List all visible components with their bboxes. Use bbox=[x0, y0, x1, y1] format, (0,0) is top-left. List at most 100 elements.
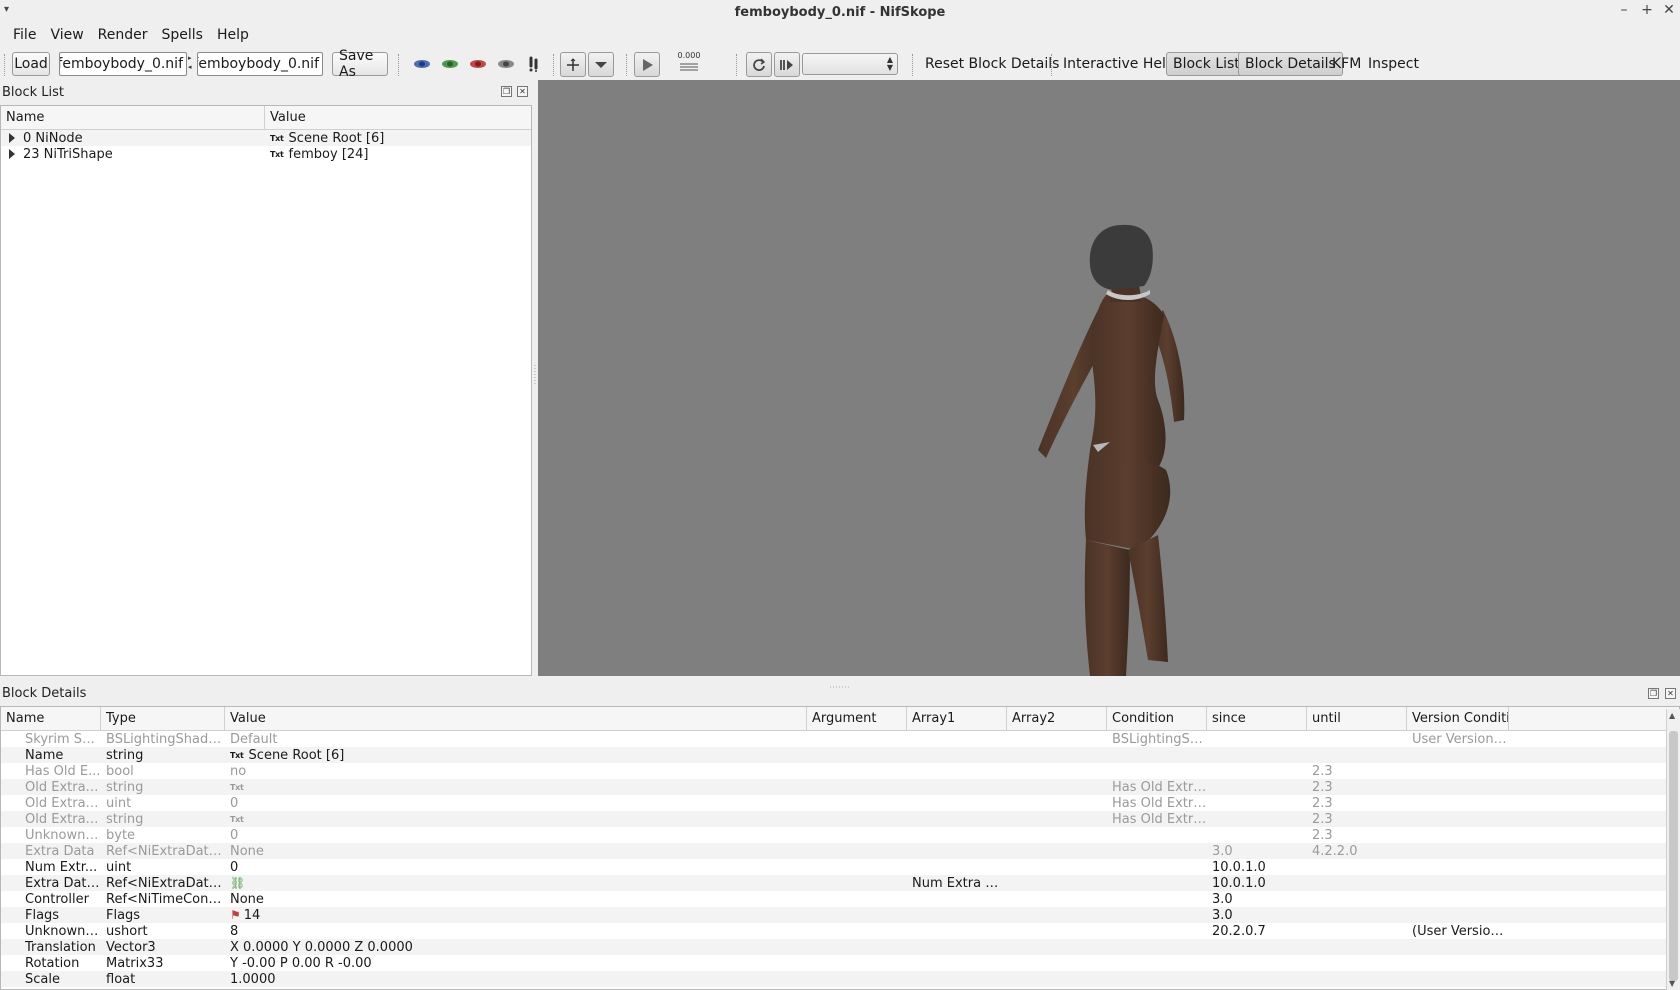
details-row[interactable]: Unknown ... ushort 8 20.2.0.7 (User Version.… bbox=[1, 923, 1679, 939]
float-panel-icon[interactable]: ❐ bbox=[501, 86, 512, 97]
details-row[interactable]: Rotation Matrix33 Y -0.00 P 0.00 R -0.00 bbox=[1, 955, 1679, 971]
details-row[interactable]: Flags Flags ⚑ 14 3.0 bbox=[1, 907, 1679, 923]
row-value[interactable]: Default bbox=[225, 732, 807, 747]
details-row[interactable]: Controller Ref<NiTimeContr... None 3.0 bbox=[1, 891, 1679, 907]
details-row[interactable]: Extra Data... Ref<NiExtraData> ⛓ Num Extra … bbox=[1, 875, 1679, 891]
column-condition[interactable]: Condition bbox=[1107, 707, 1207, 730]
details-row[interactable]: Old Extra ... string Txt Has Old Extra... 2.… bbox=[1, 811, 1679, 827]
walk-icon[interactable] bbox=[523, 54, 545, 74]
switch-sequence-icon[interactable] bbox=[774, 52, 800, 77]
row-value[interactable]: ⚑ 14 bbox=[225, 908, 807, 923]
menu-render[interactable]: Render bbox=[91, 27, 155, 43]
row-value[interactable]: None bbox=[225, 844, 807, 859]
column-type[interactable]: Type bbox=[101, 707, 225, 730]
row-value[interactable]: no bbox=[225, 764, 807, 779]
row-value[interactable]: None bbox=[225, 892, 807, 907]
row-until: 2.3 bbox=[1312, 827, 1333, 843]
maximize-icon[interactable]: + bbox=[1637, 2, 1657, 18]
block-list-toggle[interactable]: Block List bbox=[1166, 52, 1247, 76]
play-button[interactable] bbox=[634, 52, 660, 77]
details-row[interactable]: Unknown ... byte 0 2.3 bbox=[1, 827, 1679, 843]
animation-select[interactable]: ▲ ▼ bbox=[802, 53, 898, 75]
view-top-icon[interactable] bbox=[467, 54, 489, 74]
details-float-icon[interactable]: ❐ bbox=[1648, 688, 1659, 699]
menu-view[interactable]: View bbox=[43, 27, 90, 43]
row-name: Old Extra ... bbox=[25, 811, 101, 827]
view-front-icon[interactable] bbox=[411, 54, 433, 74]
column-name[interactable]: Name bbox=[1, 106, 265, 129]
details-row[interactable]: Extra Data Ref<NiExtraData> None 3.0 4.2.2.0 bbox=[1, 843, 1679, 859]
row-value[interactable]: Y -0.00 P 0.00 R -0.00 bbox=[225, 956, 807, 971]
row-value[interactable]: 0 bbox=[225, 860, 807, 875]
time-slider[interactable] bbox=[680, 61, 698, 71]
block-list-row[interactable]: 0 NiNode Txt Scene Root [6] bbox=[1, 130, 531, 146]
column-until[interactable]: until bbox=[1307, 707, 1407, 730]
load-path-input[interactable]: le/femboybody_0.nif bbox=[59, 52, 187, 76]
row-value[interactable]: Txt bbox=[225, 783, 807, 792]
details-close-icon[interactable]: ✕ bbox=[1665, 688, 1676, 699]
menu-spells[interactable]: Spells bbox=[155, 27, 210, 43]
expand-arrow-icon[interactable] bbox=[9, 133, 15, 143]
row-value[interactable]: 0 bbox=[225, 796, 807, 811]
row-value[interactable]: 8 bbox=[225, 924, 807, 939]
splitter-handle[interactable] bbox=[533, 365, 537, 385]
save-as-button[interactable]: Save As bbox=[332, 48, 388, 80]
details-row[interactable]: Name string Txt Scene Root [6] bbox=[1, 747, 1679, 763]
details-row[interactable]: Has Old E... bool no 2.3 bbox=[1, 763, 1679, 779]
column-value[interactable]: Value bbox=[265, 106, 306, 129]
row-value[interactable]: 1.0000 bbox=[225, 972, 807, 987]
block-details-table[interactable]: Name Type Value Argument Array1 Array2 C… bbox=[0, 706, 1680, 990]
column-array1[interactable]: Array1 bbox=[907, 707, 1007, 730]
swap-paths-icon[interactable]: ▸ ◂ bbox=[188, 54, 192, 72]
view-dropdown-icon[interactable] bbox=[588, 52, 614, 77]
column-array2[interactable]: Array2 bbox=[1007, 707, 1107, 730]
block-list-header: Name Value bbox=[1, 106, 531, 130]
scrollbar-thumb[interactable] bbox=[1669, 731, 1678, 981]
inspect-toggle[interactable]: Inspect bbox=[1362, 52, 1425, 76]
row-name: Skyrim Sh... bbox=[25, 731, 101, 747]
expand-arrow-icon[interactable] bbox=[9, 149, 15, 159]
details-row[interactable]: Scale float 1.0000 bbox=[1, 971, 1679, 987]
column-value[interactable]: Value bbox=[225, 707, 807, 730]
view-user-icon[interactable] bbox=[495, 54, 517, 74]
scroll-down-icon[interactable]: ▼ bbox=[1669, 979, 1675, 988]
block-list-row[interactable]: 23 NiTriShape Txt femboy [24] bbox=[1, 146, 531, 162]
load-button[interactable]: Load bbox=[12, 52, 50, 76]
text-type-icon: Txt bbox=[230, 814, 244, 824]
row-value[interactable]: Txt Scene Root [6] bbox=[225, 748, 807, 763]
window-menu-icon[interactable]: ▾ bbox=[4, 4, 9, 15]
view-side-icon[interactable] bbox=[439, 54, 461, 74]
column-name[interactable]: Name bbox=[1, 707, 101, 730]
column-since[interactable]: since bbox=[1207, 707, 1307, 730]
loop-icon[interactable] bbox=[746, 52, 772, 77]
view-axes-icon[interactable] bbox=[560, 52, 586, 77]
details-row[interactable]: Old Extra I... uint 0 Has Old Extra... 2.3 bbox=[1, 795, 1679, 811]
close-panel-icon[interactable]: ✕ bbox=[517, 86, 528, 97]
row-value[interactable]: X 0.0000 Y 0.0000 Z 0.0000 bbox=[225, 940, 807, 955]
row-value[interactable]: 0 bbox=[225, 828, 807, 843]
details-scrollbar[interactable]: ▲ ▼ bbox=[1666, 709, 1680, 990]
render-viewport[interactable] bbox=[538, 80, 1680, 676]
row-until: 2.3 bbox=[1312, 763, 1333, 779]
bottom-splitter-handle[interactable] bbox=[830, 678, 850, 688]
row-value[interactable]: ⛓ bbox=[225, 876, 807, 890]
row-name: Translation bbox=[25, 939, 96, 955]
save-path-input[interactable]: e/femboybody_0.nif bbox=[197, 52, 323, 76]
menu-file[interactable]: File bbox=[6, 27, 43, 43]
scroll-up-icon[interactable]: ▲ bbox=[1669, 711, 1675, 720]
reset-block-details-button[interactable]: Reset Block Details bbox=[919, 52, 1065, 76]
interactive-help-button[interactable]: Interactive Help bbox=[1057, 52, 1181, 76]
row-value[interactable]: Txt bbox=[225, 815, 807, 824]
column-version-condition[interactable]: Version Conditi bbox=[1407, 707, 1509, 730]
menu-help[interactable]: Help bbox=[210, 27, 256, 43]
column-argument[interactable]: Argument bbox=[807, 707, 907, 730]
block-list-tree[interactable]: Name Value 0 NiNode Txt Scene Root [6] 23 N… bbox=[0, 105, 532, 676]
details-row[interactable]: Old Extra ... string Txt Has Old Extra... 2.… bbox=[1, 779, 1679, 795]
details-row[interactable]: Num Extr... uint 0 10.0.1.0 bbox=[1, 859, 1679, 875]
row-condition: BSLightingSh... bbox=[1112, 731, 1207, 747]
minimize-icon[interactable]: – bbox=[1614, 2, 1634, 18]
details-row[interactable]: Translation Vector3 X 0.0000 Y 0.0000 Z 0.… bbox=[1, 939, 1679, 955]
close-icon[interactable]: ✕ bbox=[1659, 2, 1679, 18]
block-name: 23 NiTriShape bbox=[23, 146, 113, 162]
details-row[interactable]: Skyrim Sh... BSLightingShader... Default BS… bbox=[1, 731, 1679, 747]
